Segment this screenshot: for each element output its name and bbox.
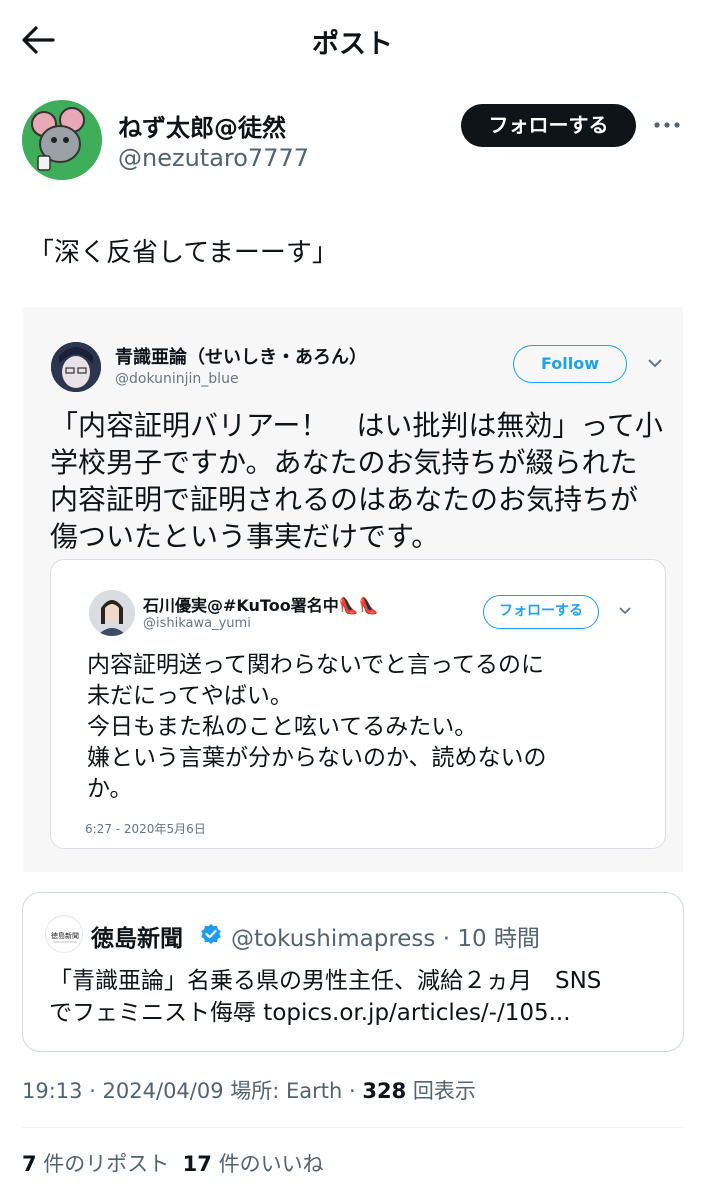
- newspaper-logo-icon: 徳島新聞: [51, 931, 79, 943]
- tweet-text: 「深く反省してまーーす」: [28, 238, 338, 268]
- attached-screenshot-image[interactable]: 青識亜論（せいしき・あろん） @dokuninjin_blue Follow 「…: [23, 307, 683, 872]
- mouse-avatar-icon: [22, 100, 102, 180]
- page-title: ポスト: [312, 29, 393, 60]
- chevron-down-icon: [648, 359, 662, 368]
- repost-label: 件のリポスト: [36, 1152, 170, 1176]
- quoted-post-text: 「青識亜論」名乗る県の男性主任、減給２ヵ月 SNS でフェミニスト侮辱 topi…: [49, 965, 669, 1029]
- screenshot-author-handle: @dokuninjin_blue: [115, 371, 239, 387]
- follow-button[interactable]: フォローする: [461, 104, 636, 147]
- post-timestamp: 19:13 · 2024/04/09 場所: Earth ·: [22, 1079, 363, 1103]
- avatar[interactable]: [22, 100, 102, 180]
- inner-tweet-text: 内容証明送って関わらないでと言ってるのに 未だにってやばい。 今日もまた私のこと…: [87, 650, 647, 805]
- more-options-icon[interactable]: [652, 112, 682, 138]
- view-count-label: 回表示: [406, 1079, 476, 1103]
- chevron-down-icon: [619, 607, 631, 615]
- inner-tweet-line: 未だにってやばい。: [87, 683, 293, 709]
- screenshot-avatar: [51, 342, 101, 392]
- engagement-stats: 7 件のリポスト 17 件のいいね: [22, 1148, 324, 1178]
- inner-author-name: 石川優実@#KuToo署名中👠👠: [143, 596, 379, 615]
- quoted-post-line: でフェミニスト侮辱 topics.or.jp/articles/-/105...: [49, 1000, 571, 1026]
- screenshot-author-name: 青識亜論（せいしき・あろん）: [115, 347, 367, 368]
- inner-tweet-line: 内容証明送って関わらないでと言ってるのに: [87, 652, 545, 678]
- view-count: 328: [362, 1079, 407, 1103]
- divider: [22, 1127, 684, 1128]
- quoted-author-handle: @tokushimapress · 10 時間: [231, 926, 540, 952]
- screenshot-follow-button: Follow: [513, 345, 627, 383]
- screenshot-inner-avatar: [89, 590, 135, 636]
- like-count: 17: [182, 1152, 212, 1176]
- quoted-post-card[interactable]: 徳島新聞 徳島新聞 @tokushimapress · 10 時間 「青識亜論」…: [22, 892, 684, 1052]
- author-handle[interactable]: @nezutaro7777: [118, 144, 309, 172]
- inner-tweet-line: 今日もまた私のこと呟いてるみたい。: [87, 714, 478, 740]
- inner-tweet-timestamp: 6:27 - 2020年5月6日: [85, 822, 206, 836]
- inner-author-handle: @ishikawa_yumi: [143, 616, 251, 631]
- quoted-post-line: 「青識亜論」名乗る県の男性主任、減給２ヵ月 SNS: [49, 968, 602, 994]
- screenshot-tweet-text: 「内容証明バリアー！ はい批判は無効」って小学校男子ですか。あなたのお気持ちが綴…: [50, 409, 663, 553]
- post-metadata: 19:13 · 2024/04/09 場所: Earth · 328 回表示: [22, 1075, 476, 1105]
- inner-follow-button: フォローする: [483, 595, 599, 629]
- author-display-name[interactable]: ねず太郎@徒然: [118, 108, 286, 143]
- portrait-avatar-icon: [89, 590, 135, 636]
- repost-count-link[interactable]: 7 件のリポスト: [22, 1152, 169, 1176]
- like-label: 件のいいね: [211, 1152, 324, 1176]
- inner-tweet-line: 嫌という言葉が分からないのか、読めないの: [87, 745, 547, 771]
- top-bar: ポスト: [0, 0, 705, 80]
- quoted-author-name: 徳島新聞: [91, 926, 183, 952]
- newspaper-logo-text: 徳島新聞: [51, 931, 79, 940]
- like-count-link[interactable]: 17 件のいいね: [183, 1152, 324, 1176]
- newspaper-logo: 徳島新聞: [45, 915, 83, 953]
- anime-avatar-icon: [51, 342, 101, 392]
- screenshot-inner-quote-card: 石川優実@#KuToo署名中👠👠 @ishikawa_yumi フォローする 内…: [50, 559, 666, 849]
- repost-count: 7: [22, 1152, 37, 1176]
- verified-badge-icon: [201, 924, 221, 944]
- inner-tweet-line: か。: [87, 776, 133, 802]
